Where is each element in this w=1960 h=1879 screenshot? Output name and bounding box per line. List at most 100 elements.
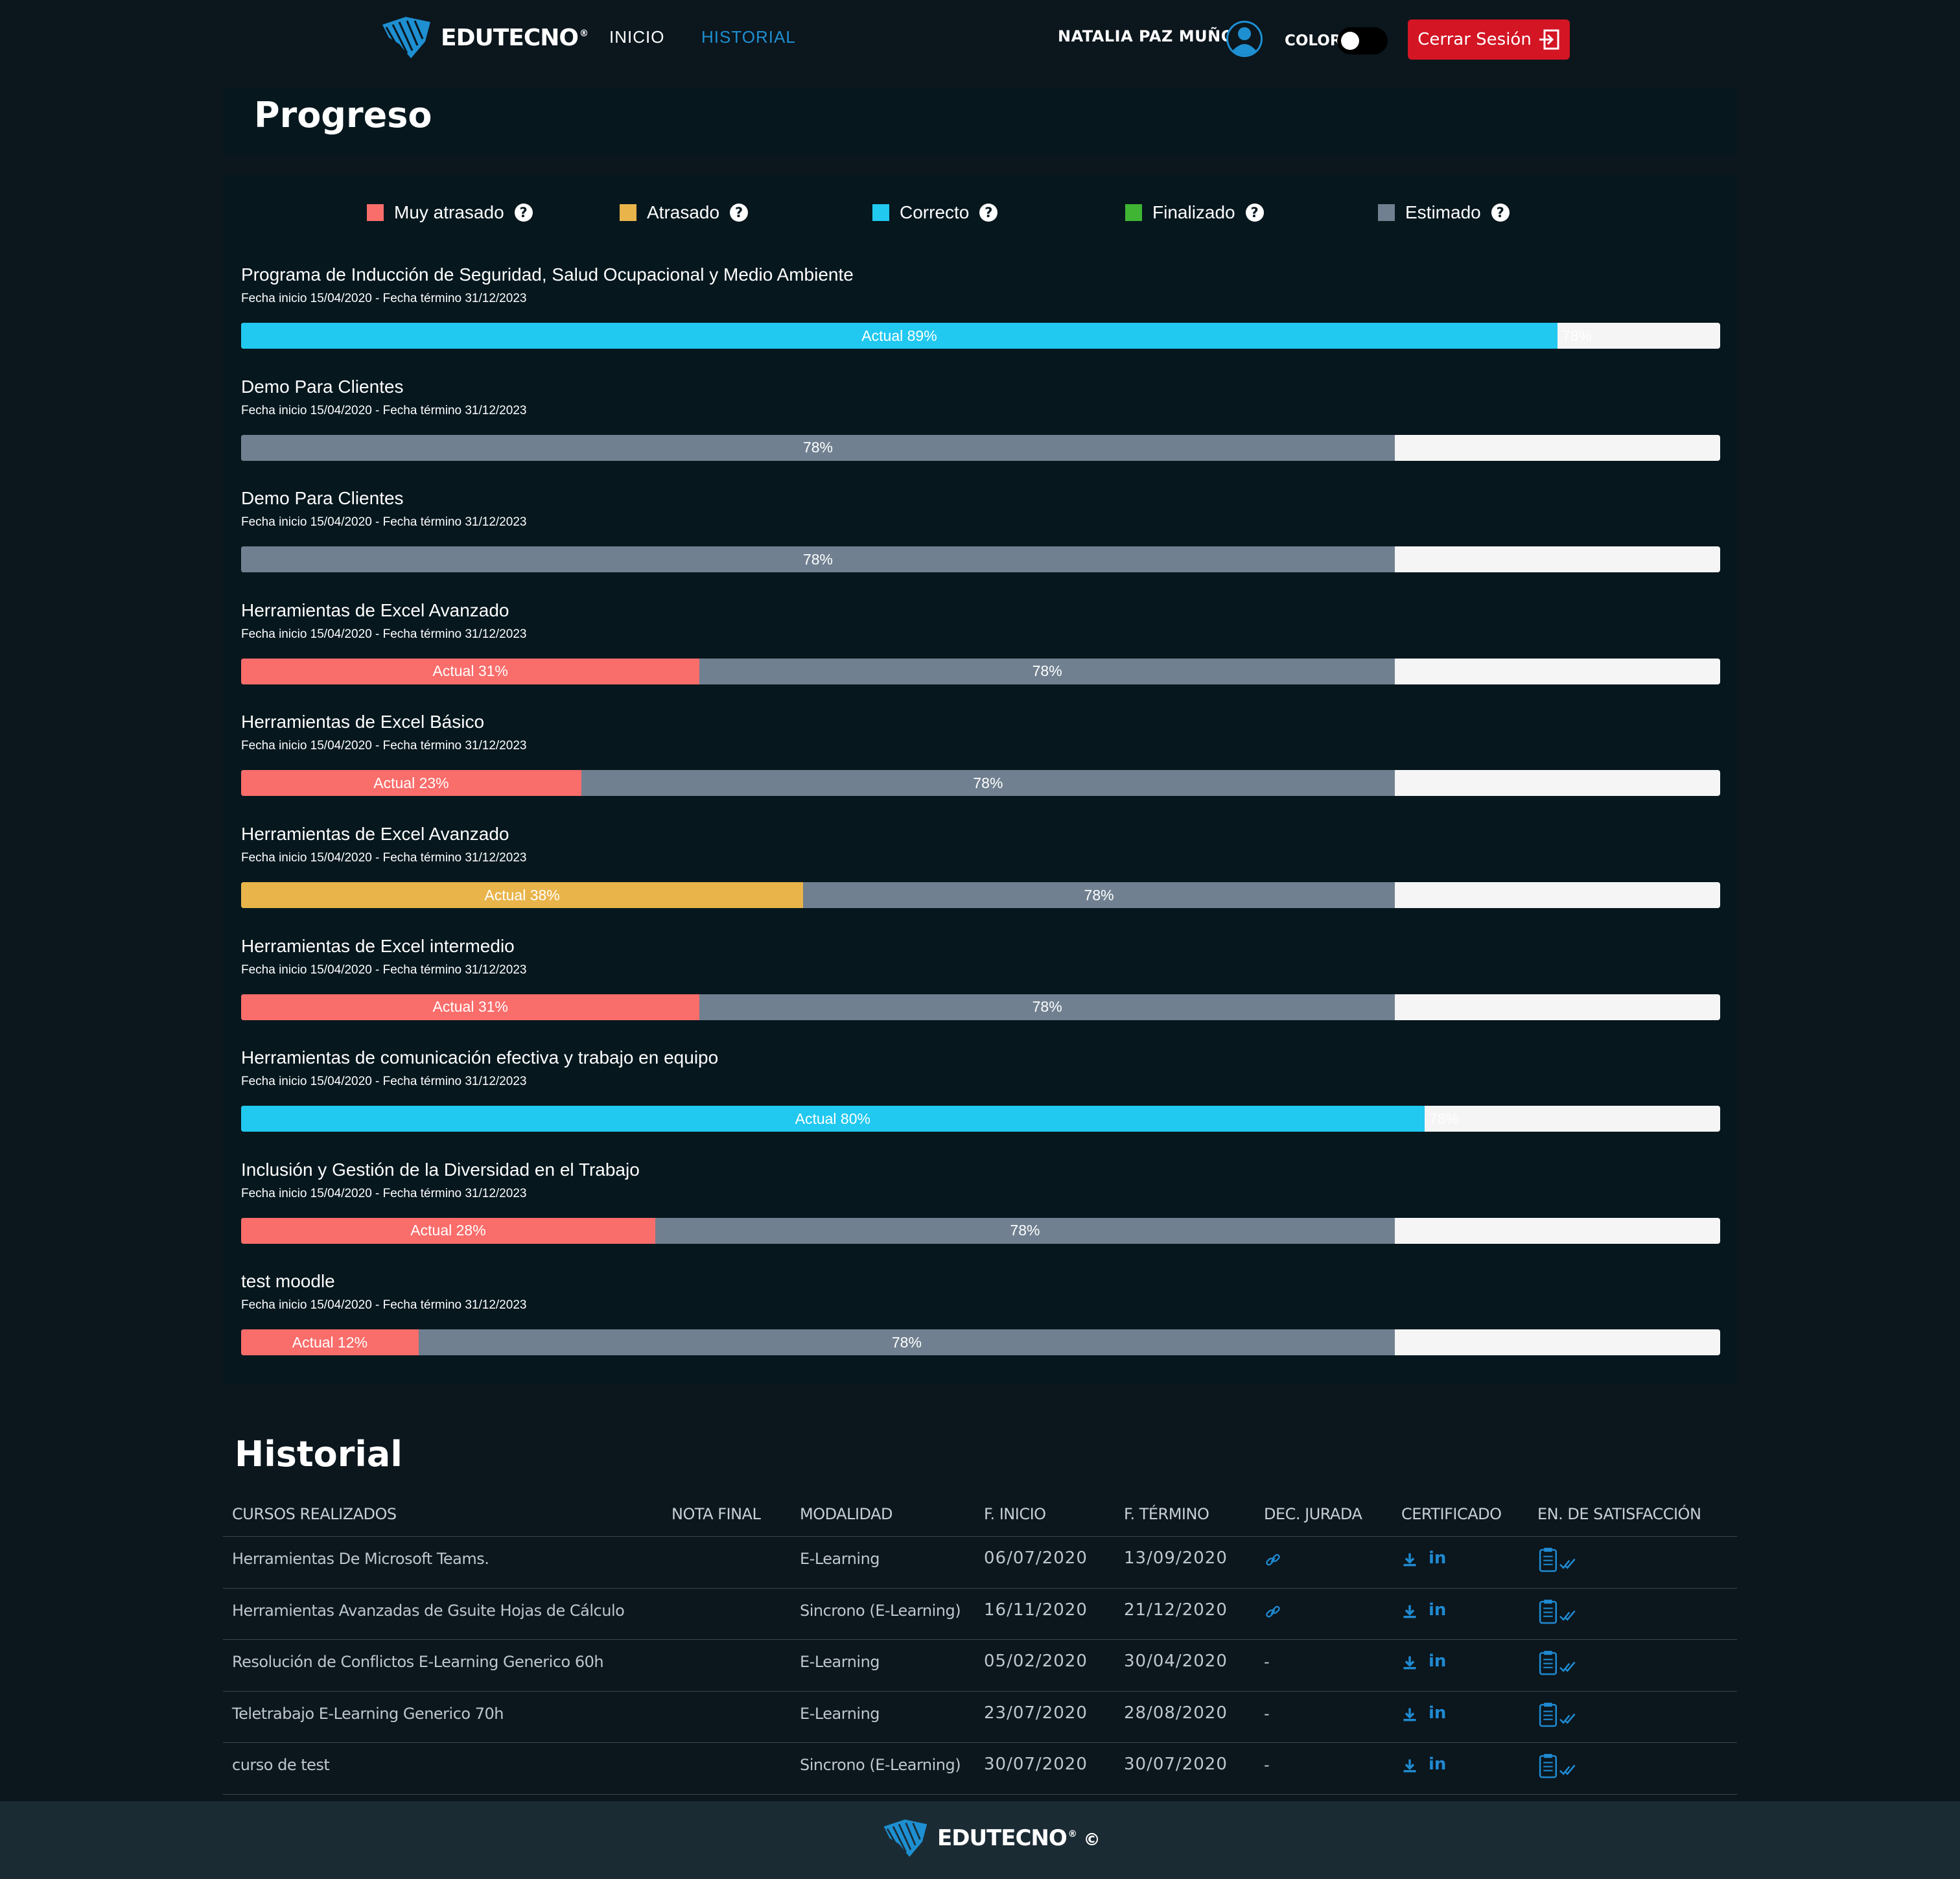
download-certificate-icon[interactable] <box>1401 1551 1418 1568</box>
table-row: Resolución de Conflictos E-Learning Gene… <box>223 1639 1737 1691</box>
col-header-start: F. INICIO <box>984 1505 1046 1523</box>
navbar: EDUTECNO ® INICIO HISTORIAL NATALIA PAZ M… <box>0 0 1960 78</box>
table-row: Herramientas De Microsoft Teams. E-Learni… <box>223 1536 1737 1588</box>
actual-bar: Actual 89% <box>241 323 1558 349</box>
actual-bar: Actual 80% <box>241 1106 1425 1132</box>
course-dates: Fecha inicio 15/04/2020 - Fecha término … <box>241 963 527 977</box>
cell-start-date: 16/11/2020 <box>984 1600 1088 1620</box>
download-certificate-icon[interactable] <box>1401 1603 1418 1620</box>
estimated-bar: 78% <box>241 546 1395 573</box>
progress-bar: 78% Actual 28% <box>241 1217 1720 1244</box>
nav-historial[interactable]: HISTORIAL <box>701 27 796 47</box>
course-progress-item: Programa de Inducción de Seguridad, Salu… <box>241 264 1720 368</box>
cell-start-date: 06/07/2020 <box>984 1548 1088 1568</box>
help-icon[interactable]: ? <box>979 204 998 222</box>
linkedin-icon[interactable]: in <box>1429 1548 1446 1568</box>
course-dates: Fecha inicio 15/04/2020 - Fecha término … <box>241 515 527 530</box>
course-progress-item: Herramientas de Excel intermedio Fecha in… <box>241 936 1720 1040</box>
edutecno-logo-icon <box>883 1819 928 1857</box>
col-header-declaration: DEC. JURADA <box>1264 1505 1362 1523</box>
cell-mode: E-Learning <box>800 1704 880 1723</box>
satisfaction-survey-icon[interactable] <box>1537 1702 1584 1728</box>
satisfaction-survey-icon[interactable] <box>1537 1753 1584 1779</box>
history-title: Historial <box>235 1434 402 1475</box>
course-dates: Fecha inicio 15/04/2020 - Fecha término … <box>241 1186 527 1200</box>
brand-logo[interactable]: EDUTECNO ® <box>380 16 589 60</box>
legend-swatch <box>1378 204 1395 221</box>
col-header-end: F. TÉRMINO <box>1124 1505 1209 1523</box>
linkedin-icon[interactable]: in <box>1429 1755 1446 1774</box>
legend-label: Atrasado <box>647 202 720 222</box>
progress-header: Progreso <box>223 88 1737 156</box>
user-name: NATALIA PAZ MUÑOZ <box>1058 27 1246 45</box>
col-header-grade: NOTA FINAL <box>671 1505 761 1523</box>
course-title: Demo Para Clientes <box>241 376 404 397</box>
satisfaction-survey-icon[interactable] <box>1537 1547 1584 1573</box>
col-header-course: CURSOS REALIZADOS <box>232 1505 397 1523</box>
declaration-link-icon[interactable] <box>1264 1603 1282 1621</box>
course-title: Herramientas de Excel Avanzado <box>241 600 509 620</box>
cell-start-date: 30/07/2020 <box>984 1755 1088 1774</box>
satisfaction-survey-icon[interactable] <box>1537 1599 1584 1625</box>
linkedin-icon[interactable]: in <box>1429 1703 1446 1723</box>
course-progress-item: Demo Para Clientes Fecha inicio 15/04/202… <box>241 488 1720 592</box>
course-title: test moodle <box>241 1271 335 1292</box>
table-bottom-border <box>223 1793 1737 1795</box>
estimated-label: 78% <box>1561 327 1592 344</box>
course-dates: Fecha inicio 15/04/2020 - Fecha término … <box>241 739 527 753</box>
cell-course: Teletrabajo E-Learning Generico 70h <box>232 1704 504 1723</box>
legend-item: Estimado? <box>1378 201 1510 224</box>
cell-end-date: 30/04/2020 <box>1124 1651 1228 1671</box>
table-row: Teletrabajo E-Learning Generico 70h E-Lea… <box>223 1690 1737 1743</box>
progress-title: Progreso <box>254 95 432 135</box>
course-dates: Fecha inicio 15/04/2020 - Fecha término … <box>241 851 527 865</box>
progress-bar: 78% <box>241 546 1720 573</box>
footer: EDUTECNO ® © <box>0 1801 1960 1879</box>
download-certificate-icon[interactable] <box>1401 1706 1418 1723</box>
help-icon[interactable]: ? <box>514 204 533 222</box>
footer-logo: EDUTECNO ® © <box>881 1818 1101 1858</box>
course-title: Herramientas de Excel Básico <box>241 712 485 732</box>
course-title: Herramientas de Excel Avanzado <box>241 824 509 844</box>
estimated-bar: 78% <box>241 434 1395 461</box>
logout-button[interactable]: Cerrar Sesión <box>1408 19 1570 60</box>
col-header-mode: MODALIDAD <box>800 1505 892 1523</box>
estimated-label: 78% <box>1429 1110 1459 1127</box>
progress-panel: Muy atrasado? Atrasado? Correcto? Finalizad… <box>223 175 1737 1384</box>
help-icon[interactable]: ? <box>1491 204 1510 222</box>
declaration-link-icon[interactable] <box>1264 1551 1282 1569</box>
actual-bar: Actual 31% <box>241 994 700 1020</box>
course-progress-item: Herramientas de Excel Básico Fecha inicio… <box>241 712 1720 815</box>
actual-bar: Actual 28% <box>241 1217 655 1244</box>
cell-declaration: - <box>1264 1704 1270 1723</box>
cell-course: Herramientas Avanzadas de Gsuite Hojas d… <box>232 1601 625 1620</box>
legend-label: Finalizado <box>1152 202 1235 222</box>
cell-mode: Sincrono (E-Learning) <box>800 1601 961 1620</box>
actual-bar: Actual 23% <box>241 770 581 797</box>
cell-mode: E-Learning <box>800 1653 880 1671</box>
course-progress-item: test moodle Fecha inicio 15/04/2020 - Fec… <box>241 1271 1720 1375</box>
course-dates: Fecha inicio 15/04/2020 - Fecha término … <box>241 403 527 417</box>
cell-course: Herramientas De Microsoft Teams. <box>232 1550 489 1568</box>
color-toggle-knob <box>1341 32 1359 50</box>
help-icon[interactable]: ? <box>730 204 749 222</box>
user-avatar-icon[interactable] <box>1225 19 1264 58</box>
progress-bar: 78% Actual 38% <box>241 882 1720 908</box>
progress-bar: 78% <box>241 434 1720 461</box>
cell-declaration: - <box>1264 1653 1270 1671</box>
legend-item: Atrasado? <box>620 201 749 224</box>
course-title: Demo Para Clientes <box>241 488 404 509</box>
help-icon[interactable]: ? <box>1245 204 1264 222</box>
cell-course: curso de test <box>232 1756 330 1774</box>
nav-inicio[interactable]: INICIO <box>609 27 664 47</box>
satisfaction-survey-icon[interactable] <box>1537 1650 1584 1676</box>
download-certificate-icon[interactable] <box>1401 1757 1418 1774</box>
download-certificate-icon[interactable] <box>1401 1654 1418 1671</box>
linkedin-icon[interactable]: in <box>1429 1600 1446 1620</box>
linkedin-icon[interactable]: in <box>1429 1651 1446 1671</box>
legend-item: Finalizado? <box>1125 201 1264 224</box>
edutecno-logo-icon <box>382 17 430 58</box>
color-toggle[interactable] <box>1337 27 1388 54</box>
table-row: curso de test Sincrono (E-Learning) 30/07/… <box>223 1742 1737 1794</box>
table-row: Herramientas Avanzadas de Gsuite Hojas d… <box>223 1587 1737 1640</box>
